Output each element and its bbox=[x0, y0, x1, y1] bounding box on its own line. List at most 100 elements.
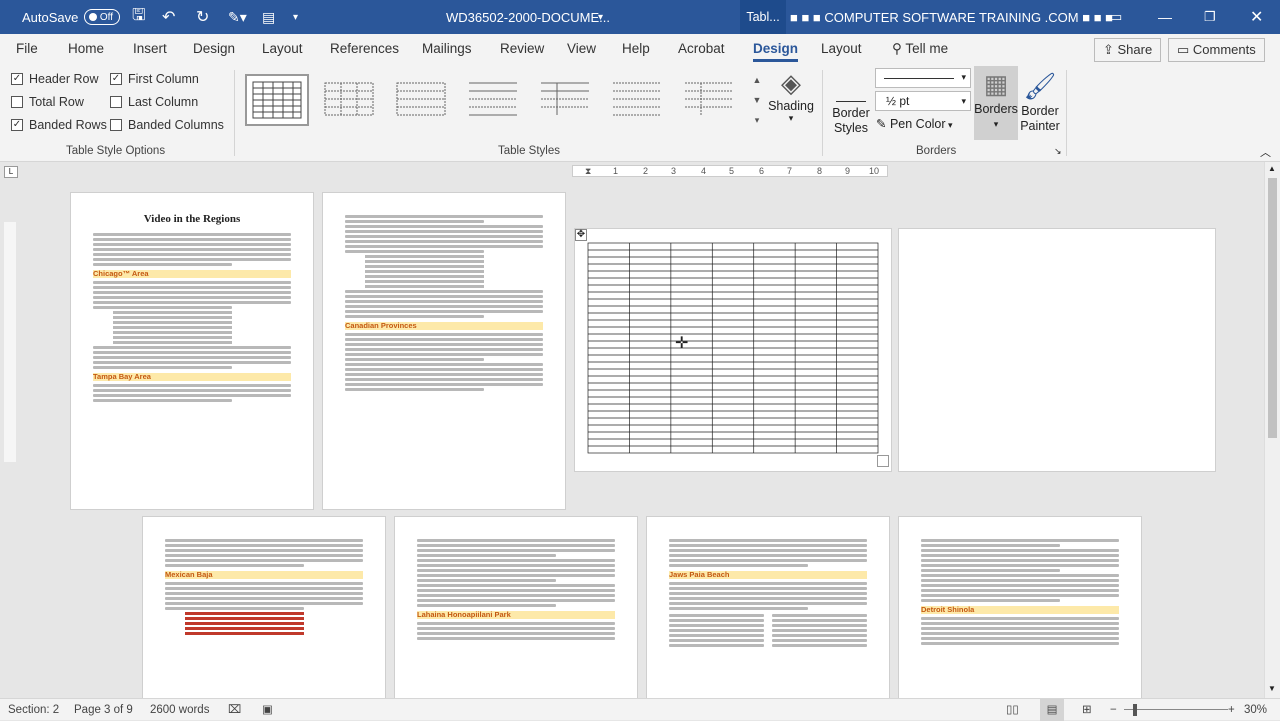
table-style-thumb[interactable] bbox=[606, 74, 670, 126]
table-style-thumb[interactable] bbox=[245, 74, 309, 126]
collapse-ribbon-icon[interactable]: ︿ bbox=[1260, 144, 1271, 160]
tab-home[interactable]: Home bbox=[68, 34, 104, 64]
share-label: Share bbox=[1117, 42, 1153, 57]
line-style-dropdown[interactable]: ▾ bbox=[875, 68, 971, 88]
scroll-down-icon[interactable]: ▼ bbox=[1268, 684, 1276, 693]
tab-review[interactable]: Review bbox=[500, 34, 544, 64]
share-icon: ⇪ bbox=[1103, 42, 1118, 57]
table-style-thumb[interactable] bbox=[318, 74, 382, 126]
checkbox-box bbox=[110, 119, 122, 131]
scroll-down-icon[interactable]: ▼ bbox=[750, 90, 764, 110]
first-column-checkbox[interactable]: ✓ First Column bbox=[110, 72, 199, 86]
close-icon[interactable]: ✕ bbox=[1250, 0, 1263, 34]
page-2[interactable]: Canadian Provinces bbox=[322, 192, 566, 510]
border-styles-button[interactable]: Border Styles bbox=[828, 68, 874, 142]
page-7[interactable]: Jaws Paia Beach bbox=[646, 516, 890, 698]
document-title[interactable]: WD36502-2000-DOCUME... bbox=[446, 0, 610, 34]
chevron-down-icon: ▾ bbox=[788, 113, 794, 123]
total-row-checkbox[interactable]: Total Row bbox=[11, 95, 84, 109]
tab-mailings[interactable]: Mailings bbox=[422, 34, 472, 64]
page-3-table[interactable]: ✥ ✛ bbox=[574, 228, 892, 472]
indent-marker-icon[interactable]: ⧗ bbox=[585, 166, 591, 177]
last-column-checkbox[interactable]: Last Column bbox=[110, 95, 198, 109]
ribbon-display-icon[interactable]: ▭ bbox=[1110, 0, 1122, 34]
checkbox-box bbox=[11, 96, 23, 108]
page-6[interactable]: Lahaina Honoapiilani Park bbox=[394, 516, 638, 698]
banded-columns-checkbox[interactable]: Banded Columns bbox=[110, 118, 224, 132]
section-indicator[interactable]: Section: 2 bbox=[8, 699, 59, 721]
page-indicator[interactable]: Page 3 of 9 bbox=[74, 699, 133, 721]
page-4[interactable] bbox=[898, 228, 1216, 472]
form-icon[interactable]: ▤ bbox=[262, 0, 275, 34]
table-style-thumb[interactable] bbox=[462, 74, 526, 126]
scroll-up-icon[interactable]: ▲ bbox=[750, 70, 764, 90]
undo-icon[interactable]: ↶ bbox=[162, 0, 175, 34]
gallery-scroll[interactable]: ▲ ▼ ▾ bbox=[750, 70, 764, 130]
scroll-up-icon[interactable]: ▲ bbox=[1268, 164, 1276, 173]
dialog-launcher-icon[interactable]: ↘ bbox=[1054, 146, 1062, 157]
save-icon[interactable]: 🖫 bbox=[132, 0, 146, 34]
proofing-icon[interactable]: ⌧ bbox=[228, 699, 241, 721]
minimize-icon[interactable]: — bbox=[1158, 0, 1172, 34]
autosave-toggle[interactable]: Off bbox=[78, 0, 120, 34]
border-style-icon bbox=[836, 68, 866, 102]
line-weight-dropdown[interactable]: ½ pt ▾ bbox=[875, 91, 971, 111]
tab-selector[interactable]: L bbox=[4, 166, 18, 178]
word-count[interactable]: 2600 words bbox=[150, 699, 209, 721]
tab-file[interactable]: File bbox=[16, 34, 38, 64]
page-1[interactable]: Video in the Regions Chicago™ Area Tampa… bbox=[70, 192, 314, 510]
vertical-scrollbar[interactable]: ▲ ▼ bbox=[1264, 162, 1280, 698]
tell-me-box[interactable]: ⚲ Tell me bbox=[892, 34, 948, 64]
redo-icon[interactable]: ↻ bbox=[196, 0, 209, 34]
total-row-label: Total Row bbox=[29, 95, 84, 109]
borders-label: Borders bbox=[974, 102, 1018, 116]
tab-table-layout[interactable]: Layout bbox=[821, 34, 862, 64]
table-style-thumb[interactable] bbox=[390, 74, 454, 126]
border-painter-button[interactable]: 🖌 Border Painter bbox=[1018, 68, 1062, 142]
tab-references[interactable]: References bbox=[330, 34, 399, 64]
print-layout-icon[interactable]: ▤ bbox=[1040, 699, 1064, 721]
zoom-out-icon[interactable]: − bbox=[1110, 699, 1117, 721]
page-8[interactable]: Detroit Shinola bbox=[898, 516, 1142, 698]
document-area[interactable]: L ⧗ 1 2 3 4 5 6 7 8 9 10 Video in the Re… bbox=[0, 162, 1264, 698]
shading-button[interactable]: ◈ Shading ▾ bbox=[768, 68, 814, 140]
tab-design[interactable]: Design bbox=[193, 34, 235, 64]
restore-icon[interactable]: ❐ bbox=[1204, 0, 1216, 34]
empty-table[interactable] bbox=[587, 242, 879, 454]
zoom-slider-thumb[interactable] bbox=[1133, 704, 1137, 716]
zoom-level[interactable]: 30% bbox=[1244, 699, 1267, 721]
pen-color-label: Pen Color bbox=[889, 117, 946, 131]
ruler-tick: 3 bbox=[671, 166, 677, 176]
read-mode-icon[interactable]: ▯▯ bbox=[1006, 699, 1019, 721]
table-style-thumb[interactable] bbox=[678, 74, 742, 126]
customize-toolbar-icon[interactable]: ▾ bbox=[293, 0, 298, 34]
horizontal-ruler[interactable]: ⧗ 1 2 3 4 5 6 7 8 9 10 bbox=[572, 165, 888, 177]
heading-jaws: Jaws Paia Beach bbox=[669, 570, 730, 579]
zoom-in-icon[interactable]: + bbox=[1228, 699, 1235, 721]
pen-color-button[interactable]: ✎ Pen Color ▾ bbox=[876, 116, 953, 131]
table-style-thumb[interactable] bbox=[534, 74, 598, 126]
banded-rows-checkbox[interactable]: ✓ Banded Rows bbox=[11, 118, 107, 132]
section-heading: Canadian Provinces bbox=[345, 321, 543, 330]
borders-button[interactable]: ▦ Borders ▾ bbox=[974, 66, 1018, 140]
share-button[interactable]: ⇪ Share bbox=[1094, 38, 1162, 62]
table-resize-handle[interactable] bbox=[877, 455, 889, 467]
page-5[interactable]: Mexican Baja bbox=[142, 516, 386, 698]
zoom-slider[interactable] bbox=[1124, 709, 1228, 710]
gallery-more-icon[interactable]: ▾ bbox=[750, 110, 764, 130]
tab-layout[interactable]: Layout bbox=[262, 34, 303, 64]
title-dropdown-icon[interactable]: ▾ bbox=[598, 0, 603, 34]
section-heading: Chicago™ Area bbox=[93, 269, 291, 278]
tab-insert[interactable]: Insert bbox=[133, 34, 167, 64]
tab-view[interactable]: View bbox=[567, 34, 596, 64]
pen-tool-icon[interactable]: ✎▾ bbox=[228, 0, 247, 34]
macro-icon[interactable]: ▣ bbox=[262, 699, 273, 721]
header-row-checkbox[interactable]: ✓ Header Row bbox=[11, 72, 98, 86]
tab-acrobat[interactable]: Acrobat bbox=[678, 34, 725, 64]
comments-button[interactable]: ▭ Comments bbox=[1168, 38, 1265, 62]
tab-table-design[interactable]: Design bbox=[753, 34, 799, 64]
scroll-thumb[interactable] bbox=[1268, 178, 1277, 438]
web-layout-icon[interactable]: ⊞ bbox=[1082, 699, 1092, 721]
tab-help[interactable]: Help bbox=[622, 34, 650, 64]
table-move-handle-icon[interactable]: ✥ bbox=[575, 229, 587, 241]
